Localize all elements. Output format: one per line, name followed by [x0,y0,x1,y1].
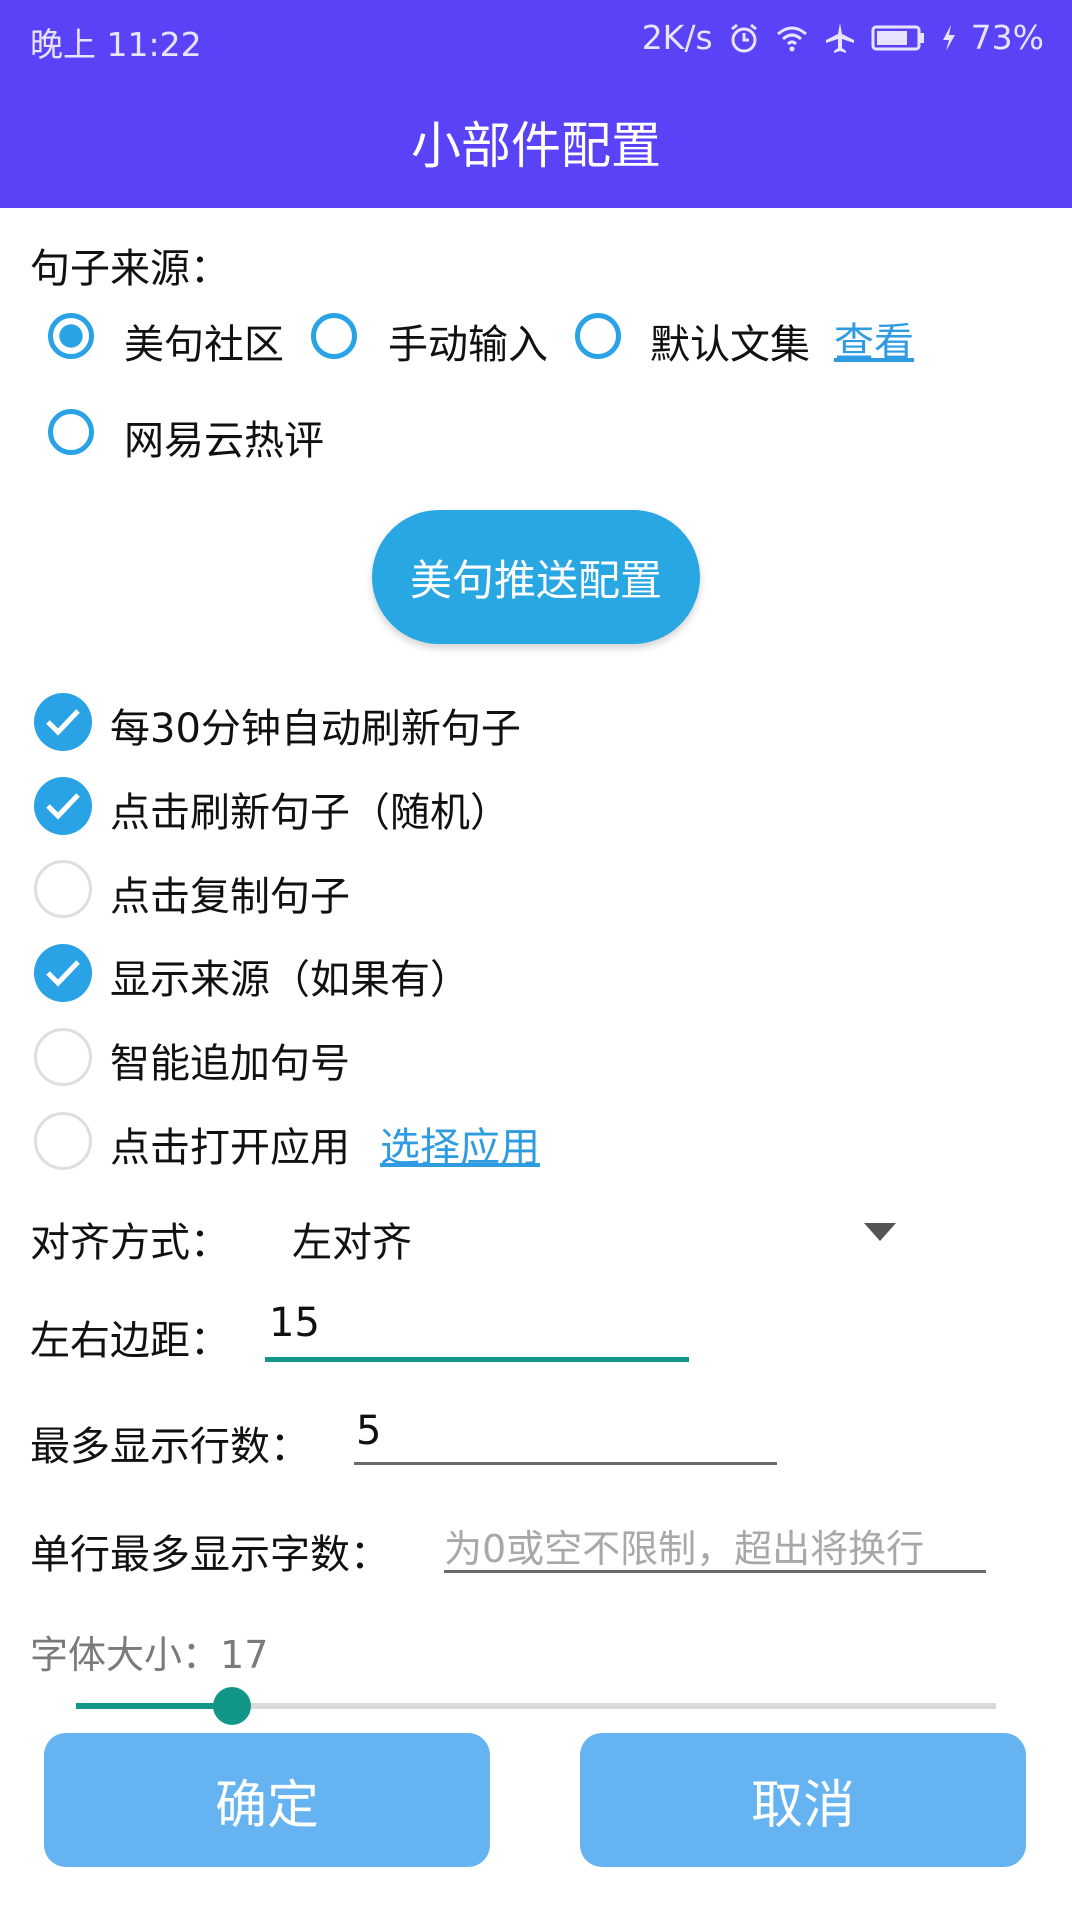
view-link[interactable]: 查看 [834,310,914,368]
max-lines-underline [354,1462,777,1465]
max-chars-underline [444,1570,986,1573]
slider-thumb[interactable] [213,1687,252,1725]
font-size-value: 17 [220,1633,269,1677]
cancel-button[interactable]: 取消 [580,1733,1026,1867]
option-label[interactable]: 点击打开应用 [110,1115,350,1173]
checkbox-unchecked[interactable] [34,1028,92,1086]
confirm-button[interactable]: 确定 [44,1733,490,1867]
option-label[interactable]: 显示来源（如果有） [110,947,470,1005]
align-label: 对齐方式： [30,1220,230,1266]
margin-value: 15 [269,1300,320,1346]
source-label: 句子来源： [30,246,230,292]
max-chars-input[interactable]: 为0或空不限制，超出将换行 [444,1506,986,1572]
option-label[interactable]: 点击刷新句子（随机） [110,780,510,838]
radio-dot [59,324,83,348]
font-size-slider-track[interactable] [76,1687,996,1725]
radio-label[interactable]: 网易云热评 [124,408,324,466]
radio-indicator[interactable] [575,313,621,359]
max-lines-label: 最多显示行数： [30,1424,310,1470]
check-icon [46,709,80,736]
slider-fill [76,1703,233,1709]
page-title: 小部件配置 [411,117,661,175]
max-lines-value: 5 [356,1408,382,1454]
checkbox-unchecked[interactable] [34,1112,92,1170]
app-bar: 小部件配置 [0,76,1072,208]
status-bar: 晚上 11:22 2K/s 73% [0,0,1072,76]
margin-label: 左右边距： [30,1318,230,1364]
battery-icon [871,25,924,50]
max-chars-label: 单行最多显示字数： [30,1532,390,1578]
radio-selected-indicator[interactable] [48,313,94,359]
check-icon [46,960,80,987]
status-time: 晚上 11:22 [30,25,202,64]
airplane-icon [825,22,854,53]
font-size-label: 字体大小： [30,1633,221,1677]
charging-icon [942,24,955,51]
margin-input-underline [265,1357,689,1362]
margin-input[interactable]: 15 [265,1290,689,1360]
radio-label[interactable]: 手动输入 [388,312,548,370]
align-value: 左对齐 [292,1220,412,1266]
alarm-icon [730,23,757,52]
status-icons: 2K/s 73% [642,18,1044,57]
option-label[interactable]: 点击复制句子 [110,864,350,922]
checkbox-checked[interactable] [34,777,92,835]
checkbox-checked[interactable] [34,693,92,751]
max-lines-input[interactable]: 5 [354,1398,777,1464]
push-config-button[interactable]: 美句推送配置 [372,510,700,644]
check-icon [46,793,80,820]
font-size-label-row: 字体大小：17 [30,1624,268,1679]
radio-indicator[interactable] [311,313,357,359]
radio-label[interactable]: 默认文集 [650,312,810,370]
max-chars-placeholder: 为0或空不限制，超出将换行 [444,1527,925,1571]
radio-label[interactable]: 美句社区 [124,312,284,370]
checkbox-checked[interactable] [34,944,92,1002]
option-label[interactable]: 每30分钟自动刷新句子 [110,696,521,754]
radio-indicator[interactable] [48,409,94,455]
select-app-link[interactable]: 选择应用 [380,1115,540,1173]
checkbox-unchecked[interactable] [34,860,92,918]
dropdown-arrow-icon [864,1223,896,1241]
net-speed: 2K/s [641,18,713,57]
battery-level: 73% [970,18,1044,57]
wifi-icon [776,26,807,51]
align-dropdown[interactable]: 左对齐 [280,1195,910,1275]
option-label[interactable]: 智能追加句号 [110,1031,350,1089]
